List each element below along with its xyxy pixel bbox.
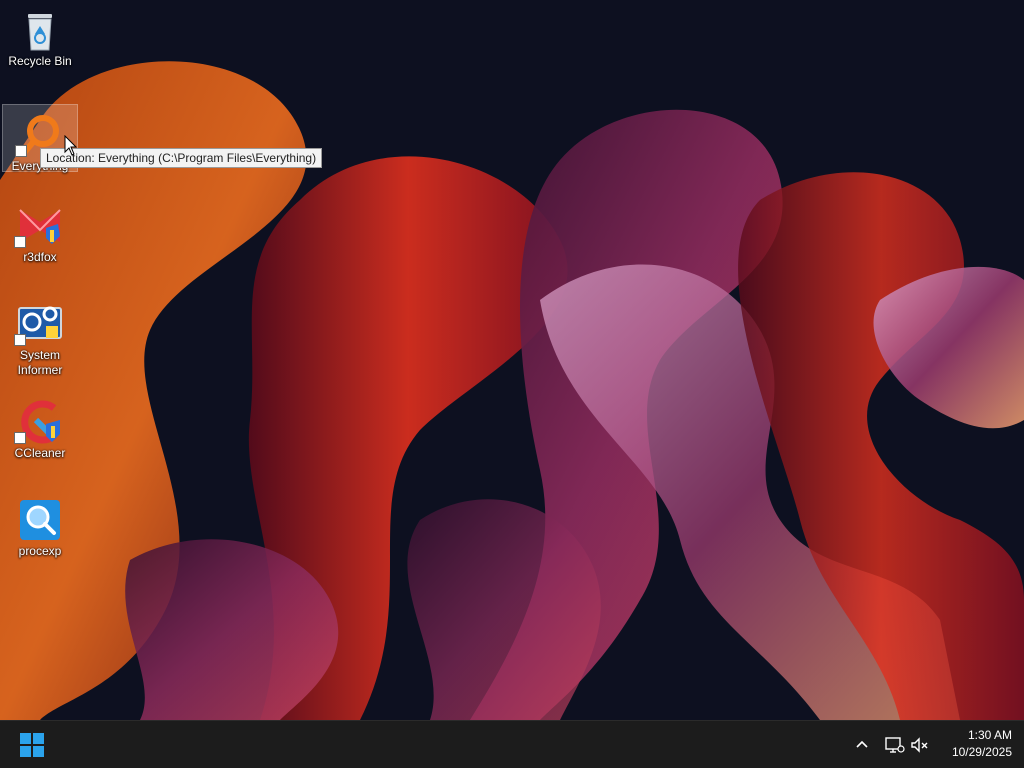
desktop-icon-label: r3dfox [23, 250, 57, 264]
volume-muted-icon [911, 737, 928, 753]
desktop-icon-label: System Informer [17, 348, 63, 377]
network-icon [885, 737, 905, 753]
recycle-bin-icon [28, 14, 52, 51]
shortcut-arrow-icon [14, 432, 26, 444]
start-button[interactable] [12, 727, 52, 763]
chevron-up-icon [856, 740, 868, 748]
shortcut-arrow-icon [15, 145, 27, 157]
desktop-icon-r3dfox[interactable]: r3dfox [2, 196, 78, 284]
shortcut-arrow-icon [14, 236, 26, 248]
network-status-button[interactable] [882, 733, 906, 757]
mouse-cursor-icon [64, 135, 78, 156]
desktop-icon-ccleaner[interactable]: CCleaner [2, 392, 78, 480]
desktop-icon-label: Recycle Bin [8, 54, 72, 68]
clock[interactable]: 1:30 AM 10/29/2025 [936, 727, 1012, 763]
desktop-icon-label: CCleaner [14, 446, 66, 460]
desktop-icon-system-informer[interactable]: System Informer [2, 294, 78, 390]
volume-button[interactable] [908, 733, 932, 757]
desktop-icon-label: procexp [18, 544, 62, 558]
clock-date: 10/29/2025 [951, 745, 1012, 759]
desktop[interactable]: Recycle Bin Everything r3dfox [0, 0, 1024, 720]
windows-start-icon [20, 733, 44, 757]
desktop-icon-recycle-bin[interactable]: Recycle Bin [2, 0, 78, 88]
wallpaper [0, 0, 1024, 720]
clock-time: 1:30 AM [967, 728, 1012, 742]
taskbar: 1:30 AM 10/29/2025 [0, 720, 1024, 768]
shortcut-arrow-icon [14, 334, 26, 346]
procexp-icon [20, 500, 60, 540]
show-hidden-icons-button[interactable] [850, 733, 874, 757]
desktop-icon-procexp[interactable]: procexp [2, 490, 78, 578]
location-tooltip: Location: Everything (C:\Program Files\E… [40, 148, 323, 168]
